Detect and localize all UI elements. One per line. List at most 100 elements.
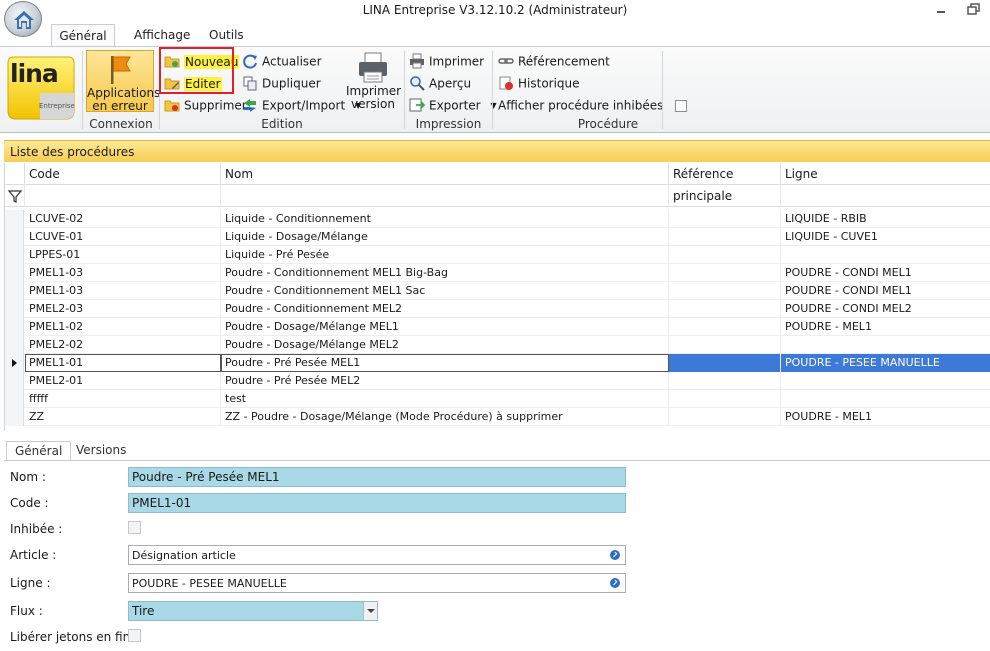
cell-ref[interactable] bbox=[669, 354, 781, 372]
applications-en-erreur-button[interactable]: Applications en erreur bbox=[86, 50, 160, 113]
cell-ref[interactable] bbox=[669, 408, 781, 426]
cell-nom[interactable]: Poudre - Conditionnement MEL2 bbox=[221, 300, 669, 318]
cell-code[interactable]: LCUVE-02 bbox=[25, 210, 221, 228]
exporter-button[interactable]: Exporter ▼ bbox=[409, 95, 497, 115]
apercu-button[interactable]: Aperçu bbox=[409, 73, 471, 93]
cell-ref[interactable] bbox=[669, 264, 781, 282]
table-row[interactable]: LPPES-01 Liquide - Pré Pesée bbox=[5, 246, 990, 264]
cell-code[interactable]: PMEL2-03 bbox=[25, 300, 221, 318]
cell-ref[interactable] bbox=[669, 246, 781, 264]
table-row[interactable]: fffff test bbox=[5, 390, 990, 408]
restore-icon[interactable] bbox=[965, 2, 983, 18]
cell-nom[interactable]: Liquide - Pré Pesée bbox=[221, 246, 669, 264]
cell-nom[interactable]: Liquide - Conditionnement bbox=[221, 210, 669, 228]
tab-affichage[interactable]: Affichage bbox=[122, 24, 202, 46]
cell-ligne[interactable] bbox=[781, 390, 990, 408]
table-row[interactable]: LCUVE-01 Liquide - Dosage/Mélange LIQUIDE … bbox=[5, 228, 990, 246]
column-header-code[interactable]: Code bbox=[25, 163, 221, 185]
cell-code[interactable]: PMEL2-02 bbox=[25, 336, 221, 354]
cell-ligne[interactable]: POUDRE - PESEE MANUELLE bbox=[781, 354, 990, 372]
cell-ligne[interactable] bbox=[781, 372, 990, 390]
cell-ref[interactable] bbox=[669, 282, 781, 300]
column-header-reference[interactable]: Référence principale bbox=[669, 163, 781, 203]
row-indicator[interactable] bbox=[5, 246, 24, 264]
detail-tab-versions[interactable]: Versions bbox=[68, 441, 134, 460]
cell-ligne[interactable]: POUDRE - MEL1 bbox=[781, 318, 990, 336]
cell-ref[interactable] bbox=[669, 300, 781, 318]
imprimer-button[interactable]: Imprimer bbox=[409, 51, 484, 71]
cell-code[interactable]: PMEL1-03 bbox=[25, 264, 221, 282]
cell-ligne[interactable] bbox=[781, 336, 990, 354]
cell-ligne[interactable]: POUDRE - CONDI MEL2 bbox=[781, 300, 990, 318]
liberer-jetons-checkbox[interactable] bbox=[128, 629, 141, 642]
cell-ligne[interactable]: LIQUIDE - CUVE1 bbox=[781, 228, 990, 246]
cell-code[interactable]: LCUVE-01 bbox=[25, 228, 221, 246]
cell-nom[interactable]: ZZ - Poudre - Dosage/Mélange (Mode Procé… bbox=[221, 408, 669, 426]
row-indicator[interactable] bbox=[5, 408, 24, 426]
cell-nom[interactable]: Poudre - Conditionnement MEL1 Big-Bag bbox=[221, 264, 669, 282]
article-picker-icon[interactable] bbox=[610, 550, 620, 560]
row-indicator[interactable] bbox=[5, 354, 24, 372]
row-indicator[interactable] bbox=[5, 318, 24, 336]
inhibee-checkbox[interactable] bbox=[128, 521, 141, 534]
cell-ref[interactable] bbox=[669, 210, 781, 228]
referencement-button[interactable]: Référencement bbox=[498, 51, 610, 71]
cell-code[interactable]: PMEL1-01 bbox=[25, 354, 221, 372]
chevron-down-icon[interactable] bbox=[363, 602, 377, 620]
cell-nom[interactable]: Liquide - Dosage/Mélange bbox=[221, 228, 669, 246]
dupliquer-button[interactable]: Dupliquer bbox=[242, 73, 321, 93]
filter-icon[interactable] bbox=[5, 185, 25, 207]
minimize-icon[interactable] bbox=[932, 2, 950, 18]
tab-general[interactable]: Général bbox=[51, 24, 115, 46]
row-indicator[interactable] bbox=[5, 390, 24, 408]
cell-ref[interactable] bbox=[669, 228, 781, 246]
table-row[interactable]: PMEL2-02 Poudre - Dosage/Mélange MEL2 bbox=[5, 336, 990, 354]
cell-ligne[interactable]: POUDRE - MEL1 bbox=[781, 408, 990, 426]
cell-ref[interactable] bbox=[669, 336, 781, 354]
row-indicator[interactable] bbox=[5, 282, 24, 300]
app-menu-button[interactable] bbox=[4, 1, 42, 37]
row-indicator[interactable] bbox=[5, 228, 24, 246]
row-indicator[interactable] bbox=[5, 336, 24, 354]
ligne-field[interactable]: POUDRE - PESEE MANUELLE bbox=[128, 573, 626, 593]
row-indicator[interactable] bbox=[5, 264, 24, 282]
cell-ref[interactable] bbox=[669, 390, 781, 408]
table-row[interactable]: PMEL1-02 Poudre - Dosage/Mélange MEL1 POUD… bbox=[5, 318, 990, 336]
table-row[interactable]: PMEL1-03 Poudre - Conditionnement MEL1 Bi… bbox=[5, 264, 990, 282]
row-indicator[interactable] bbox=[5, 300, 24, 318]
cell-nom[interactable]: test bbox=[221, 390, 669, 408]
afficher-inhibees-checkbox[interactable] bbox=[675, 99, 688, 112]
table-row[interactable]: PMEL2-03 Poudre - Conditionnement MEL2 POU… bbox=[5, 300, 990, 318]
historique-button[interactable]: Historique bbox=[498, 73, 580, 93]
cell-code[interactable]: PMEL1-03 bbox=[25, 282, 221, 300]
detail-tab-general[interactable]: Général bbox=[6, 441, 72, 460]
cell-code[interactable]: fffff bbox=[25, 390, 221, 408]
ligne-picker-icon[interactable] bbox=[610, 578, 620, 588]
column-header-ligne[interactable]: Ligne bbox=[781, 163, 990, 185]
code-field[interactable]: PMEL1-01 bbox=[128, 493, 626, 513]
cell-ligne[interactable]: LIQUIDE - RBIB bbox=[781, 210, 990, 228]
cell-ligne[interactable]: POUDRE - CONDI MEL1 bbox=[781, 264, 990, 282]
table-row[interactable]: LCUVE-02 Liquide - Conditionnement LIQUIDE… bbox=[5, 210, 990, 228]
article-field[interactable]: Désignation article bbox=[128, 545, 626, 565]
filter-cell-code[interactable] bbox=[25, 185, 221, 207]
nom-field[interactable]: Poudre - Pré Pesée MEL1 bbox=[128, 467, 626, 487]
cell-nom[interactable]: Poudre - Conditionnement MEL1 Sac bbox=[221, 282, 669, 300]
filter-cell-nom[interactable] bbox=[221, 185, 669, 207]
table-row[interactable]: ZZ ZZ - Poudre - Dosage/Mélange (Mode Pro… bbox=[5, 408, 990, 426]
table-row[interactable]: PMEL2-01 Poudre - Pré Pesée MEL2 bbox=[5, 372, 990, 390]
cell-code[interactable]: PMEL1-02 bbox=[25, 318, 221, 336]
cell-ref[interactable] bbox=[669, 318, 781, 336]
filter-cell-ligne[interactable] bbox=[781, 185, 990, 207]
imprimer-version-button[interactable]: Imprimer version bbox=[346, 50, 401, 114]
table-row[interactable]: PMEL1-01 Poudre - Pré Pesée MEL1 POUDRE - … bbox=[5, 354, 990, 372]
actualiser-button[interactable]: Actualiser bbox=[242, 51, 322, 71]
export-import-button[interactable]: Export/Import ▼ bbox=[242, 95, 361, 115]
cell-ligne[interactable] bbox=[781, 246, 990, 264]
row-indicator[interactable] bbox=[5, 372, 24, 390]
cell-code[interactable]: PMEL2-01 bbox=[25, 372, 221, 390]
flux-combobox[interactable]: Tire bbox=[128, 601, 378, 621]
cell-code[interactable]: ZZ bbox=[25, 408, 221, 426]
cell-nom[interactable]: Poudre - Pré Pesée MEL2 bbox=[221, 372, 669, 390]
afficher-inhibees-toggle[interactable]: Afficher procédure inhibées bbox=[498, 95, 688, 115]
